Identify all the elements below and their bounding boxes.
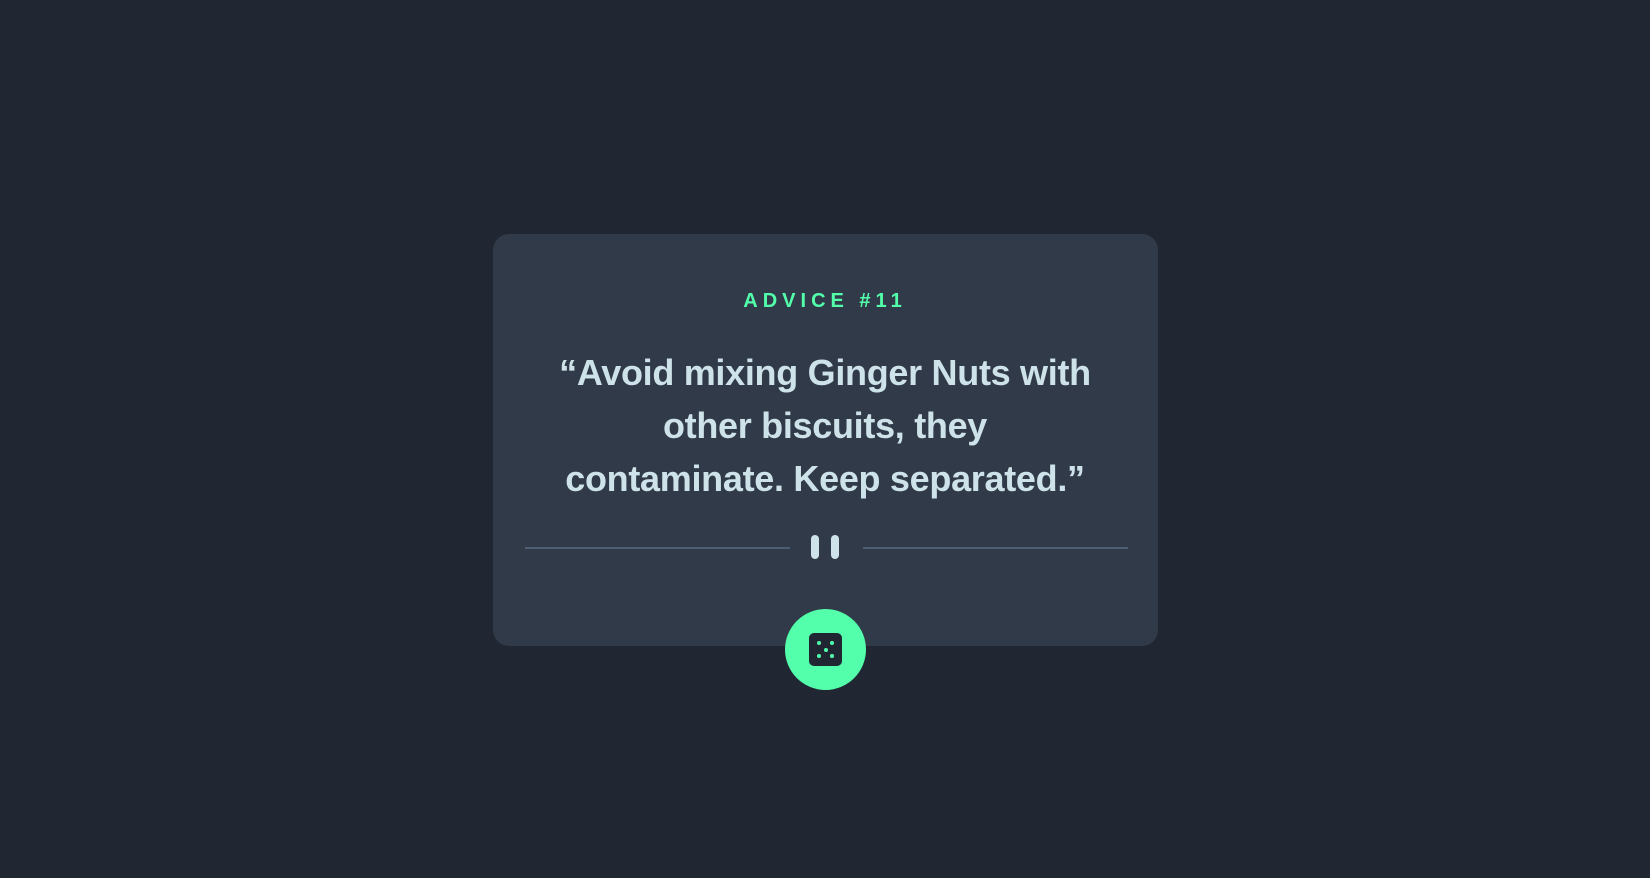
page: ADVICE #11 “Avoid mixing Ginger Nuts wit…	[0, 0, 1650, 878]
dice-pip	[830, 654, 834, 658]
pause-bar	[831, 535, 839, 559]
advice-id: ADVICE #11	[743, 290, 907, 312]
divider-line-right	[863, 547, 1128, 549]
advice-quote-line: other biscuits, they	[662, 405, 988, 446]
pause-icon	[811, 535, 843, 561]
dice-pip	[823, 647, 828, 652]
generate-advice-button[interactable]	[785, 609, 866, 690]
dice-pip	[817, 641, 821, 645]
dice-icon	[809, 633, 842, 666]
advice-quote: “Avoid mixing Ginger Nuts with other bis…	[515, 346, 1135, 505]
divider-line-left	[525, 547, 790, 549]
advice-quote-line: “Avoid mixing Ginger Nuts with	[559, 352, 1091, 393]
dice-pip	[817, 654, 821, 658]
dice-pip	[830, 641, 834, 645]
pattern-divider	[525, 535, 1128, 561]
pause-bar	[811, 535, 819, 559]
advice-quote-line: contaminate. Keep separated.”	[565, 458, 1085, 499]
